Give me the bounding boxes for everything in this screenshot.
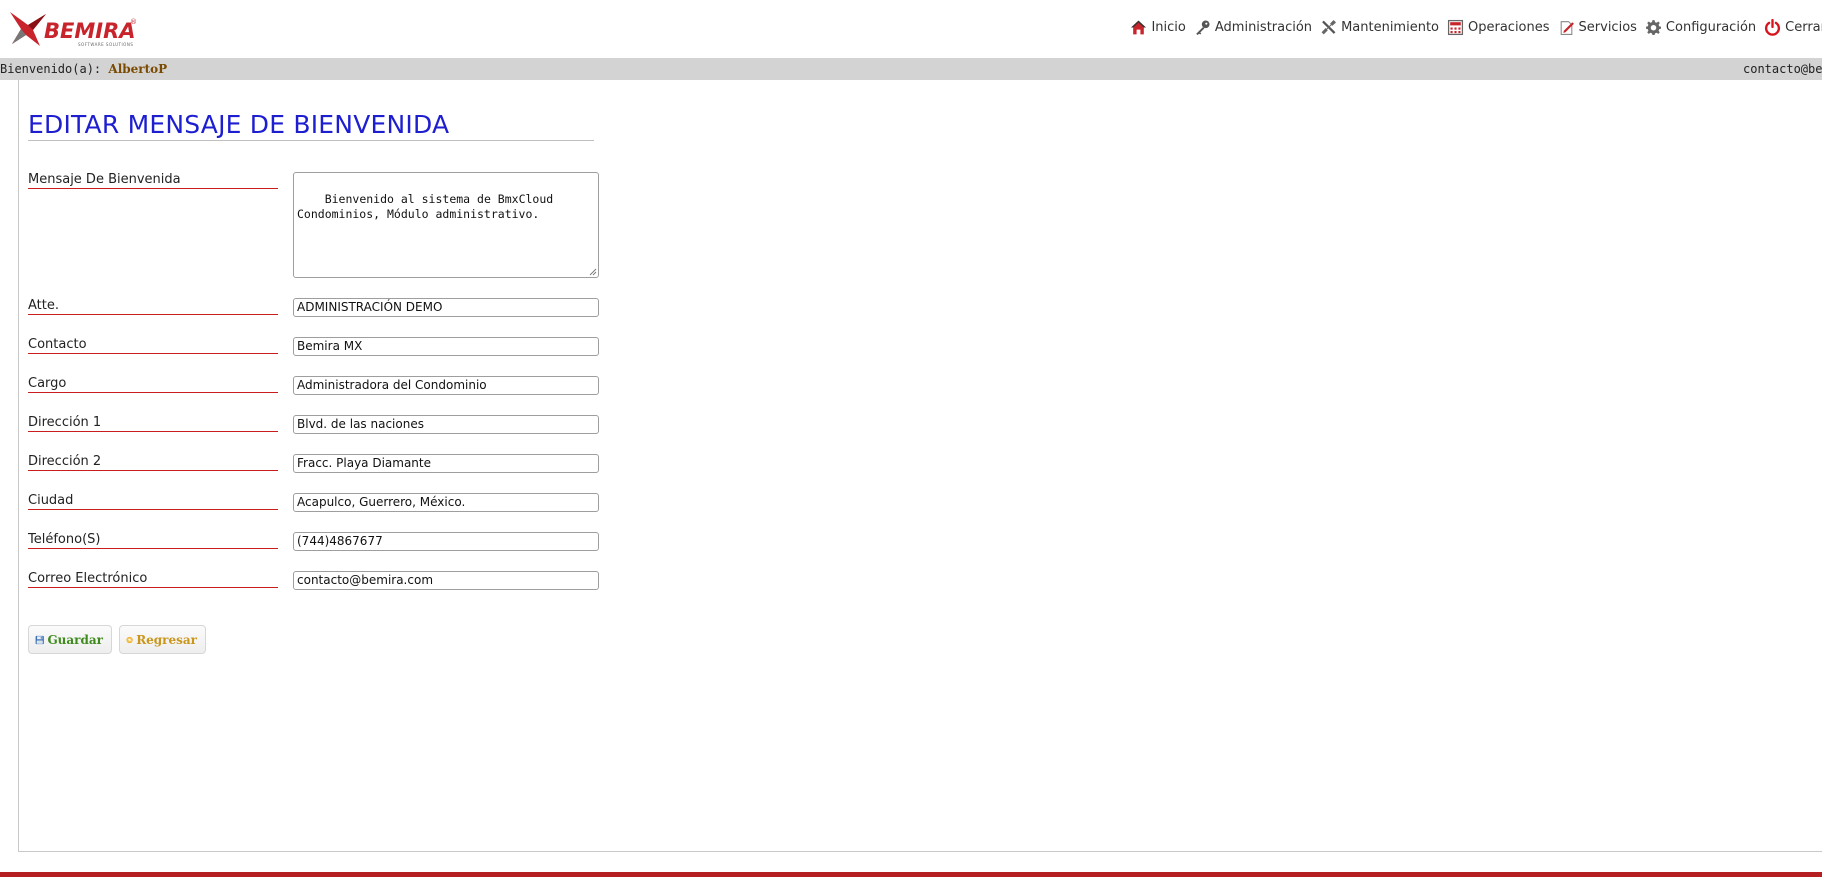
floppy-disk-icon <box>35 635 44 644</box>
nav-servicios[interactable]: Servicios <box>1558 19 1637 36</box>
label-telefonos: Teléfono(S) <box>28 532 278 549</box>
welcome-greeting: Bienvenido(a): AlbertoP <box>0 58 167 80</box>
logo-subtitle: SOFTWARE SOLUTIONS <box>78 42 134 47</box>
label-cargo: Cargo <box>28 376 278 393</box>
nav-mantenimiento-label: Mantenimiento <box>1341 19 1439 35</box>
page: BEMIRA ® SOFTWARE SOLUTIONS Inicio Admin… <box>0 0 1822 877</box>
label-atte: Atte. <box>28 298 278 315</box>
header: BEMIRA ® SOFTWARE SOLUTIONS Inicio Admin… <box>0 0 1822 58</box>
label-ciudad: Ciudad <box>28 493 278 510</box>
back-button-label: Regresar <box>136 632 197 647</box>
direccion-2-input[interactable]: Fracc. Playa Diamante <box>293 454 599 473</box>
mensaje-bienvenida-textarea[interactable]: Bienvenido al sistema de BmxCloud Condom… <box>293 172 599 278</box>
title-divider <box>28 140 594 141</box>
calculator-icon <box>1447 19 1464 35</box>
nav-mantenimiento[interactable]: Mantenimiento <box>1320 19 1439 36</box>
content-panel <box>18 80 1822 852</box>
atte-input[interactable]: ADMINISTRACIÓN DEMO <box>293 298 599 317</box>
save-button-label: Guardar <box>47 632 103 647</box>
registered-mark: ® <box>130 18 137 26</box>
nav-cerrar[interactable]: Cerrar <box>1764 18 1822 36</box>
gear-icon <box>1645 19 1661 35</box>
current-user: AlbertoP <box>108 62 168 76</box>
contacto-input[interactable]: Bemira MX <box>293 337 599 356</box>
nav-configuracion-label: Configuración <box>1665 19 1757 35</box>
save-button[interactable]: Guardar <box>28 625 112 654</box>
label-contacto: Contacto <box>28 337 278 354</box>
welcome-bar: Bienvenido(a): AlbertoP contacto@bemira.… <box>0 58 1822 80</box>
greeting-label: Bienvenido(a): <box>0 62 102 76</box>
home-icon <box>1131 20 1147 34</box>
label-correo-electronico: Correo Electrónico <box>28 571 278 588</box>
correo-electronico-input[interactable]: contacto@bemira.com <box>293 571 599 590</box>
edit-icon <box>1560 20 1574 35</box>
telefonos-input[interactable]: (744)4867677 <box>293 532 599 551</box>
nav-administracion[interactable]: Administración <box>1194 19 1312 36</box>
tools-icon <box>1321 19 1336 34</box>
main-nav: Inicio Administración Mantenimiento Oper… <box>1122 17 1822 37</box>
mensaje-bienvenida-value: Bienvenido al sistema de BmxCloud Condom… <box>297 192 554 221</box>
logo-text: BEMIRA <box>44 19 136 43</box>
nav-servicios-label: Servicios <box>1578 19 1637 35</box>
nav-cerrar-label: Cerrar <box>1785 19 1822 35</box>
back-button[interactable]: Regresar <box>119 625 206 654</box>
direccion-1-input[interactable]: Blvd. de las naciones <box>293 415 599 434</box>
nav-administracion-label: Administración <box>1214 19 1313 35</box>
page-title: EDITAR MENSAJE DE BIENVENIDA <box>28 110 450 139</box>
nav-configuracion[interactable]: Configuración <box>1645 19 1756 36</box>
logo[interactable]: BEMIRA ® SOFTWARE SOLUTIONS <box>6 6 137 50</box>
ciudad-input[interactable]: Acapulco, Guerrero, México. <box>293 493 599 512</box>
nav-inicio[interactable]: Inicio <box>1130 19 1186 36</box>
nav-operaciones-label: Operaciones <box>1468 19 1550 35</box>
back-arrow-icon <box>126 636 133 643</box>
nav-inicio-label: Inicio <box>1151 19 1186 35</box>
power-icon <box>1765 18 1781 36</box>
label-mensaje-bienvenida: Mensaje De Bienvenida <box>28 172 278 189</box>
label-direccion-2: Dirección 2 <box>28 454 278 471</box>
key-icon <box>1196 19 1210 35</box>
resize-grip-icon[interactable] <box>589 268 597 276</box>
nav-operaciones[interactable]: Operaciones <box>1447 19 1550 36</box>
contact-email: contacto@bemira.com <box>1743 62 1822 76</box>
footer-bar <box>0 872 1822 877</box>
cargo-input[interactable]: Administradora del Condominio <box>293 376 599 395</box>
label-direccion-1: Dirección 1 <box>28 415 278 432</box>
